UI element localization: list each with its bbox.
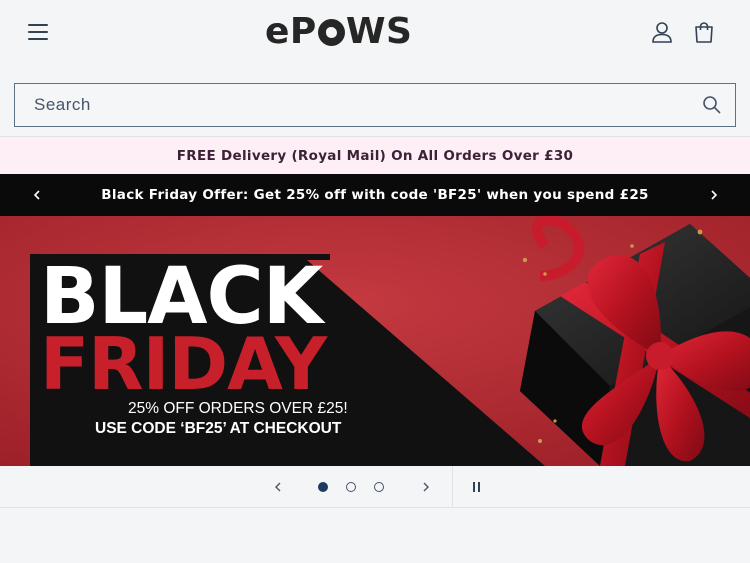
logo-suffix: WS xyxy=(345,11,413,52)
search-input[interactable] xyxy=(15,84,701,126)
offer-text[interactable]: Black Friday Offer: Get 25% off with cod… xyxy=(101,187,648,203)
announcement-bar: FREE Delivery (Royal Mail) On All Orders… xyxy=(0,137,750,174)
site-logo[interactable]: e P WS xyxy=(265,10,412,54)
cart-icon[interactable] xyxy=(689,18,719,48)
slide-dot-3[interactable] xyxy=(374,482,384,492)
logo-mid: P xyxy=(289,11,317,52)
paw-icon xyxy=(317,18,345,46)
pause-icon[interactable] xyxy=(468,479,484,495)
site-header: e P WS xyxy=(0,0,750,66)
offer-bar: Black Friday Offer: Get 25% off with cod… xyxy=(0,174,750,216)
hero-cta: USE CODE ‘BF25’ AT CHECKOUT xyxy=(95,420,342,437)
hero-subtitle: 25% OFF ORDERS OVER £25! xyxy=(128,400,348,417)
hero-title-friday: FRIDAY xyxy=(40,322,327,406)
account-icon[interactable] xyxy=(647,18,677,48)
chevron-left-icon[interactable] xyxy=(270,479,286,495)
logo-prefix: e xyxy=(265,11,290,52)
announcement-text: FREE Delivery (Royal Mail) On All Orders… xyxy=(176,147,574,164)
search-field[interactable] xyxy=(14,83,736,127)
chevron-left-icon[interactable] xyxy=(28,186,46,204)
search-icon[interactable] xyxy=(701,94,723,116)
slide-dot-1[interactable] xyxy=(318,482,328,492)
slide-dot-2[interactable] xyxy=(346,482,356,492)
hero-banner[interactable]: BLACK FRIDAY 25% OFF ORDERS OVER £25! US… xyxy=(0,216,750,466)
chevron-right-icon[interactable] xyxy=(418,479,434,495)
slideshow-controls xyxy=(0,466,750,508)
chevron-right-icon[interactable] xyxy=(705,186,723,204)
controls-divider xyxy=(452,466,453,508)
menu-icon[interactable] xyxy=(22,18,56,46)
